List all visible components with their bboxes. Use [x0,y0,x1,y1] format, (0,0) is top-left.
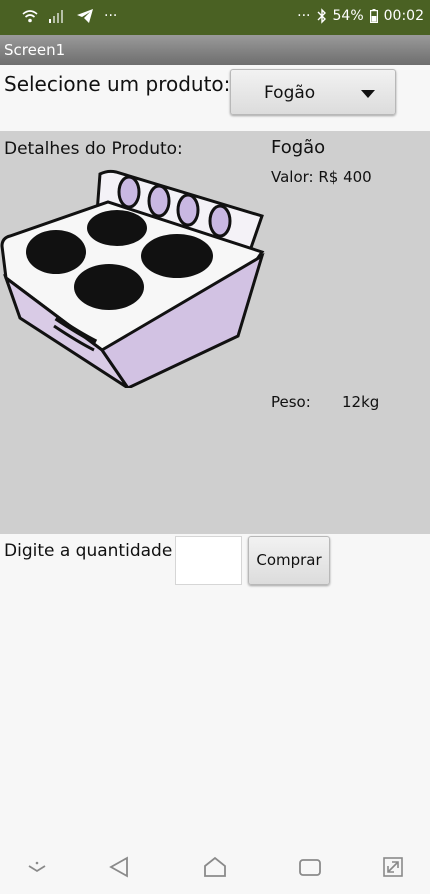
telegram-icon [77,9,93,23]
battery-icon [369,9,378,23]
status-more-left: ··· [104,8,118,24]
product-details-panel: Detalhes do Produto: Fogão Valor: R$ 400… [0,131,430,534]
quantity-input[interactable] [175,536,242,585]
home-icon[interactable] [200,854,230,880]
navigation-bar [0,842,430,894]
quantity-label: Digite a quantidade [4,541,173,561]
signal-icon [49,10,63,23]
product-spinner-value: Fogão [264,83,316,103]
clock: 00:02 [383,8,424,24]
back-icon[interactable] [104,854,134,880]
stove-image [0,169,265,388]
buy-button[interactable]: Comprar [248,536,330,585]
expand-icon[interactable] [378,854,408,880]
product-name: Fogão [271,137,326,158]
product-spinner[interactable]: Fogão [230,69,396,115]
title-bar: Screen1 [0,35,430,65]
status-right: ··· 54% 00:02 [297,8,424,24]
product-select-label: Selecione um produto: [4,72,231,96]
status-more-right: ··· [297,8,311,24]
battery-percent: 54% [332,8,364,24]
chevron-down-icon [361,90,375,98]
recents-icon[interactable] [295,854,325,880]
status-bar: ··· ··· 54% 00:02 [0,0,430,35]
screen-title: Screen1 [4,41,66,59]
product-price: Valor: R$ 400 [271,168,372,186]
status-left: ··· [22,8,117,24]
collapse-icon[interactable] [22,854,52,880]
weight-label: Peso: [271,393,311,411]
weight-value: 12kg [342,393,380,411]
bluetooth-icon [317,8,326,24]
details-label: Detalhes do Produto: [4,139,183,159]
wifi-icon [22,10,38,23]
